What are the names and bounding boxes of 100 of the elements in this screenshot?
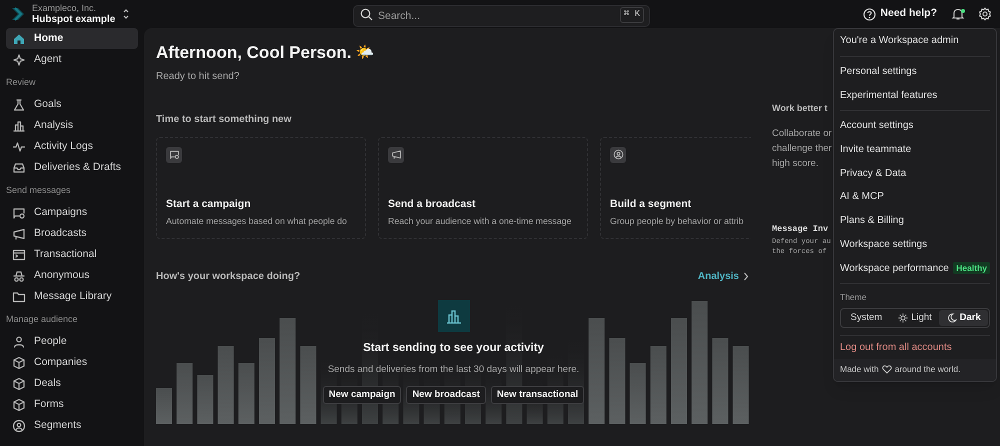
sidebar-item[interactable]: Campaigns: [6, 202, 138, 223]
sidebar-item[interactable]: Goals: [6, 94, 138, 115]
section-title: Manage audience: [6, 313, 79, 326]
empty-state-text: Sends and deliveries from the last 30 days will appear here.: [328, 362, 580, 377]
action-card[interactable]: Send a broadcast Reach your audience with a one-time message: [378, 136, 588, 238]
greeting-title: Afternoon, Cool Person.: [156, 42, 352, 64]
card-description: Group people by behavior or attrib: [610, 215, 744, 228]
weather-emoji: 🌤: [356, 42, 374, 62]
menu-item[interactable]: Invite teammate: [834, 138, 996, 162]
chart-bar: [176, 362, 193, 424]
sidebar-item[interactable]: Transactional: [6, 244, 138, 265]
company-name: Exampleco, Inc.: [32, 3, 98, 14]
panel-text: Collaborate or challenge ther high score.: [772, 126, 832, 170]
sidebar-item[interactable]: Deliveries & Drafts: [6, 157, 138, 178]
sidebar-item[interactable]: Anonymous: [6, 265, 138, 286]
new-message-button[interactable]: New transactional: [490, 386, 584, 404]
sidebar-item[interactable]: Broadcasts: [6, 223, 138, 244]
notifications-button[interactable]: [951, 7, 965, 21]
inbox-icon: [12, 160, 26, 174]
chart-bar: [156, 388, 172, 424]
action-card[interactable]: Start a campaign Automate messages based on what people do: [156, 136, 366, 238]
flask-icon: [12, 98, 26, 112]
sidebar-item[interactable]: Home: [6, 28, 138, 49]
sidebar-item[interactable]: Companies: [6, 352, 138, 373]
theme-option[interactable]: Light: [890, 310, 940, 326]
sidebar-item[interactable]: Segments: [6, 415, 138, 436]
settings-icon: [978, 7, 992, 21]
empty-state-title: Start sending to see your activity: [363, 340, 544, 356]
card-title: Start a campaign: [166, 196, 252, 212]
panel-title: Work better t: [772, 102, 828, 115]
card-description: Automate messages based on what people do: [166, 215, 347, 228]
section-title: Review: [6, 76, 37, 90]
user-circle-icon: [612, 149, 624, 160]
menu-item[interactable]: Personal settings: [834, 60, 996, 84]
question-icon: [863, 8, 876, 20]
menu-header: You're a Workspace admin: [840, 34, 959, 48]
theme-label: Theme: [839, 290, 868, 304]
sparkle-icon: [12, 52, 26, 66]
sun-icon: [898, 312, 908, 323]
menu-item[interactable]: Privacy & Data: [834, 161, 996, 186]
sidebar-item[interactable]: Forms: [6, 394, 138, 415]
theme-option[interactable]: Dark: [939, 310, 988, 326]
chart-bar: [630, 362, 646, 424]
card-title: Send a broadcast: [388, 196, 477, 212]
menu-item[interactable]: Account settings: [834, 114, 996, 138]
megaphone-icon: [12, 226, 26, 240]
sidebar-item[interactable]: Message Library: [6, 286, 138, 307]
cube-icon: [12, 376, 26, 390]
menu-item[interactable]: Workspace settings: [834, 232, 996, 256]
footer-text: around the world.: [894, 363, 960, 376]
cube-icon: [12, 356, 26, 370]
logo-icon: [10, 6, 26, 22]
pulse-icon: [12, 140, 26, 154]
megaphone-icon: [390, 149, 402, 160]
chevron-updown-icon: [122, 8, 130, 20]
chart-bar: [197, 374, 214, 424]
menu-item[interactable]: Workspace performance Healthy: [834, 256, 996, 280]
action-card[interactable]: Build a segment Group people by behavior or attrib: [600, 136, 751, 238]
shortcut-key: ⌘ K: [620, 7, 644, 22]
new-message-button[interactable]: New campaign: [322, 386, 402, 404]
section-title: Send messages: [6, 184, 72, 198]
sidebar-item[interactable]: Agent: [6, 49, 138, 70]
sidebar-item[interactable]: People: [6, 331, 138, 352]
sidebar-item[interactable]: Analysis: [6, 115, 138, 136]
settings-button[interactable]: [978, 7, 992, 21]
section-title: How's your workspace doing?: [156, 270, 300, 284]
bar-chart-icon: [12, 118, 26, 132]
heart-icon: [882, 365, 892, 374]
menu-item[interactable]: AI & MCP: [834, 185, 996, 209]
terminal-icon: [12, 248, 26, 262]
user-circle-icon: [12, 418, 26, 432]
footer-text: Made with: [840, 363, 879, 376]
logout-button[interactable]: Log out from all accounts: [834, 336, 996, 359]
chat-icon: [12, 206, 26, 220]
search-icon: [360, 8, 373, 20]
card-title: Build a segment: [610, 196, 692, 212]
status-badge: Healthy: [953, 262, 990, 274]
chat-icon: [168, 149, 180, 160]
chart-bar: [238, 362, 254, 424]
game-title: Message Inv: [772, 222, 830, 236]
sidebar-item[interactable]: Activity Logs: [6, 136, 138, 157]
theme-option[interactable]: System: [842, 310, 891, 326]
folder-icon: [12, 290, 26, 304]
analysis-link[interactable]: Analysis: [698, 268, 749, 284]
sidebar-item[interactable]: Deals: [6, 373, 138, 394]
cube-icon: [12, 398, 26, 412]
greeting-subtitle: Ready to hit send?: [156, 70, 240, 84]
house-icon: [12, 32, 26, 46]
card-description: Reach your audience with a one-time message: [388, 215, 572, 228]
workspace-name: Hubspot example: [32, 14, 116, 25]
moon-icon: [946, 312, 957, 323]
help-button[interactable]: Need help?: [863, 6, 937, 22]
new-message-button[interactable]: New broadcast: [406, 386, 486, 404]
chevron-right-icon: [743, 272, 749, 280]
person-icon: [12, 334, 26, 348]
section-title: Time to start something new: [156, 112, 292, 126]
menu-item[interactable]: Plans & Billing: [834, 208, 996, 232]
menu-item[interactable]: Experimental features: [834, 83, 996, 108]
incognito-icon: [12, 268, 26, 282]
bell-icon: [951, 7, 965, 21]
